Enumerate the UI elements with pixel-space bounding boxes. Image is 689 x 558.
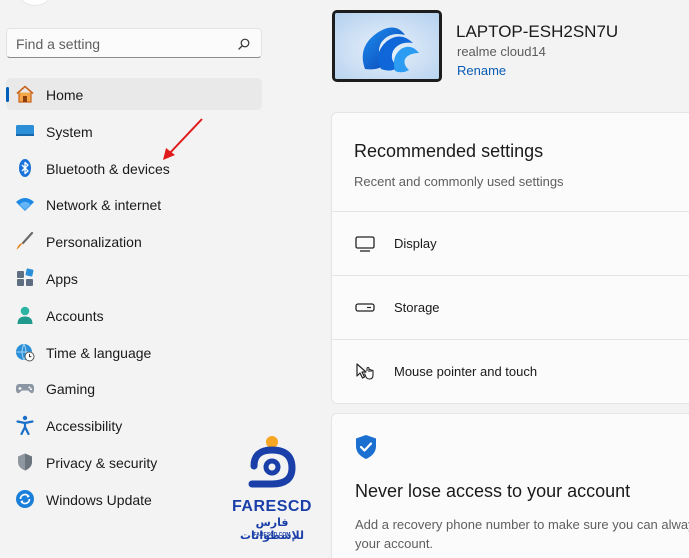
sidebar-item-label: Bluetooth & devices: [46, 160, 170, 177]
sidebar-item-label: Network & internet: [46, 197, 162, 214]
rename-link[interactable]: Rename: [457, 63, 506, 78]
recommended-row-mouse-pointer[interactable]: Mouse pointer and touch: [332, 339, 689, 403]
storage-icon: [355, 303, 375, 312]
row-label: Display: [394, 236, 437, 251]
row-label: Storage: [394, 300, 440, 315]
watermark-url: FARESCD.COM: [253, 532, 291, 538]
mouse-pointer-icon: [356, 363, 374, 380]
sidebar-item-label: Accessibility: [46, 418, 123, 435]
card-subtitle-line1: Add a recovery phone number to make sure…: [355, 517, 689, 532]
card-subtitle: Add a recovery phone number to make sure…: [355, 515, 689, 553]
sidebar-item-label: Time & language: [46, 344, 152, 361]
system-icon: [15, 121, 35, 141]
wifi-icon: [15, 194, 35, 214]
search-box[interactable]: [6, 28, 262, 58]
sidebar-item-gaming[interactable]: Gaming: [6, 372, 262, 404]
sidebar-item-label: Apps: [46, 270, 78, 287]
sidebar-item-accounts[interactable]: Accounts: [6, 299, 262, 331]
watermark-brand: FARESCD: [232, 498, 312, 515]
device-model: realme cloud14: [457, 44, 546, 59]
shield-check-icon: [356, 435, 376, 459]
watermark-logo: FARESCD فارس للإسطوانات FARESCD.COM: [224, 434, 320, 542]
sidebar-item-network[interactable]: Network & internet: [6, 188, 262, 220]
sidebar-item-label: Accounts: [46, 307, 104, 324]
accessibility-icon: [15, 415, 35, 436]
update-icon: [15, 489, 35, 509]
user-avatar[interactable]: [18, 0, 52, 6]
card-subtitle: Recent and commonly used settings: [354, 174, 564, 189]
sidebar-item-label: Personalization: [46, 234, 142, 251]
brush-icon: [15, 231, 35, 251]
watermark-mark-icon: [248, 436, 296, 488]
sidebar-item-time-language[interactable]: Time & language: [6, 336, 262, 368]
sidebar-item-system[interactable]: System: [6, 115, 262, 147]
search-input[interactable]: [16, 35, 226, 53]
sidebar-item-personalization[interactable]: Personalization: [6, 225, 262, 257]
sidebar-item-label: Gaming: [46, 381, 96, 398]
row-label: Mouse pointer and touch: [394, 364, 538, 379]
device-name: LAPTOP-ESH2SN7U: [456, 22, 619, 41]
display-icon: [355, 236, 375, 252]
card-title: Recommended settings: [354, 141, 544, 161]
card-subtitle-line2: your account.: [355, 536, 434, 551]
annotation-arrow-icon: [163, 118, 203, 160]
recommended-settings-card: Recommended settings Recent and commonly…: [331, 112, 689, 404]
device-wallpaper-thumbnail: [332, 10, 442, 82]
home-icon: [15, 84, 35, 104]
sidebar-item-bluetooth-devices[interactable]: Bluetooth & devices: [6, 152, 262, 184]
recommended-row-storage[interactable]: Storage: [332, 275, 689, 339]
sidebar-item-home[interactable]: Home: [6, 78, 262, 110]
globe-clock-icon: [15, 342, 35, 362]
sidebar-item-label: Windows Update: [46, 491, 152, 508]
search-icon[interactable]: [238, 38, 250, 50]
account-recovery-card: Never lose access to your account Add a …: [331, 413, 689, 558]
sidebar-item-label: System: [46, 123, 93, 140]
sidebar-item-label: Privacy & security: [46, 454, 158, 471]
active-indicator: [6, 87, 9, 102]
watermark-arabic: فارس للإسطوانات: [240, 516, 304, 542]
sidebar-item-label: Home: [46, 87, 84, 103]
gamepad-icon: [15, 378, 35, 398]
recommended-row-display[interactable]: Display: [332, 211, 689, 275]
shield-icon: [15, 452, 35, 472]
bluetooth-icon: [15, 158, 35, 178]
apps-icon: [15, 268, 35, 288]
sidebar-item-apps[interactable]: Apps: [6, 262, 262, 294]
accounts-icon: [15, 305, 35, 325]
card-title: Never lose access to your account: [355, 481, 631, 501]
